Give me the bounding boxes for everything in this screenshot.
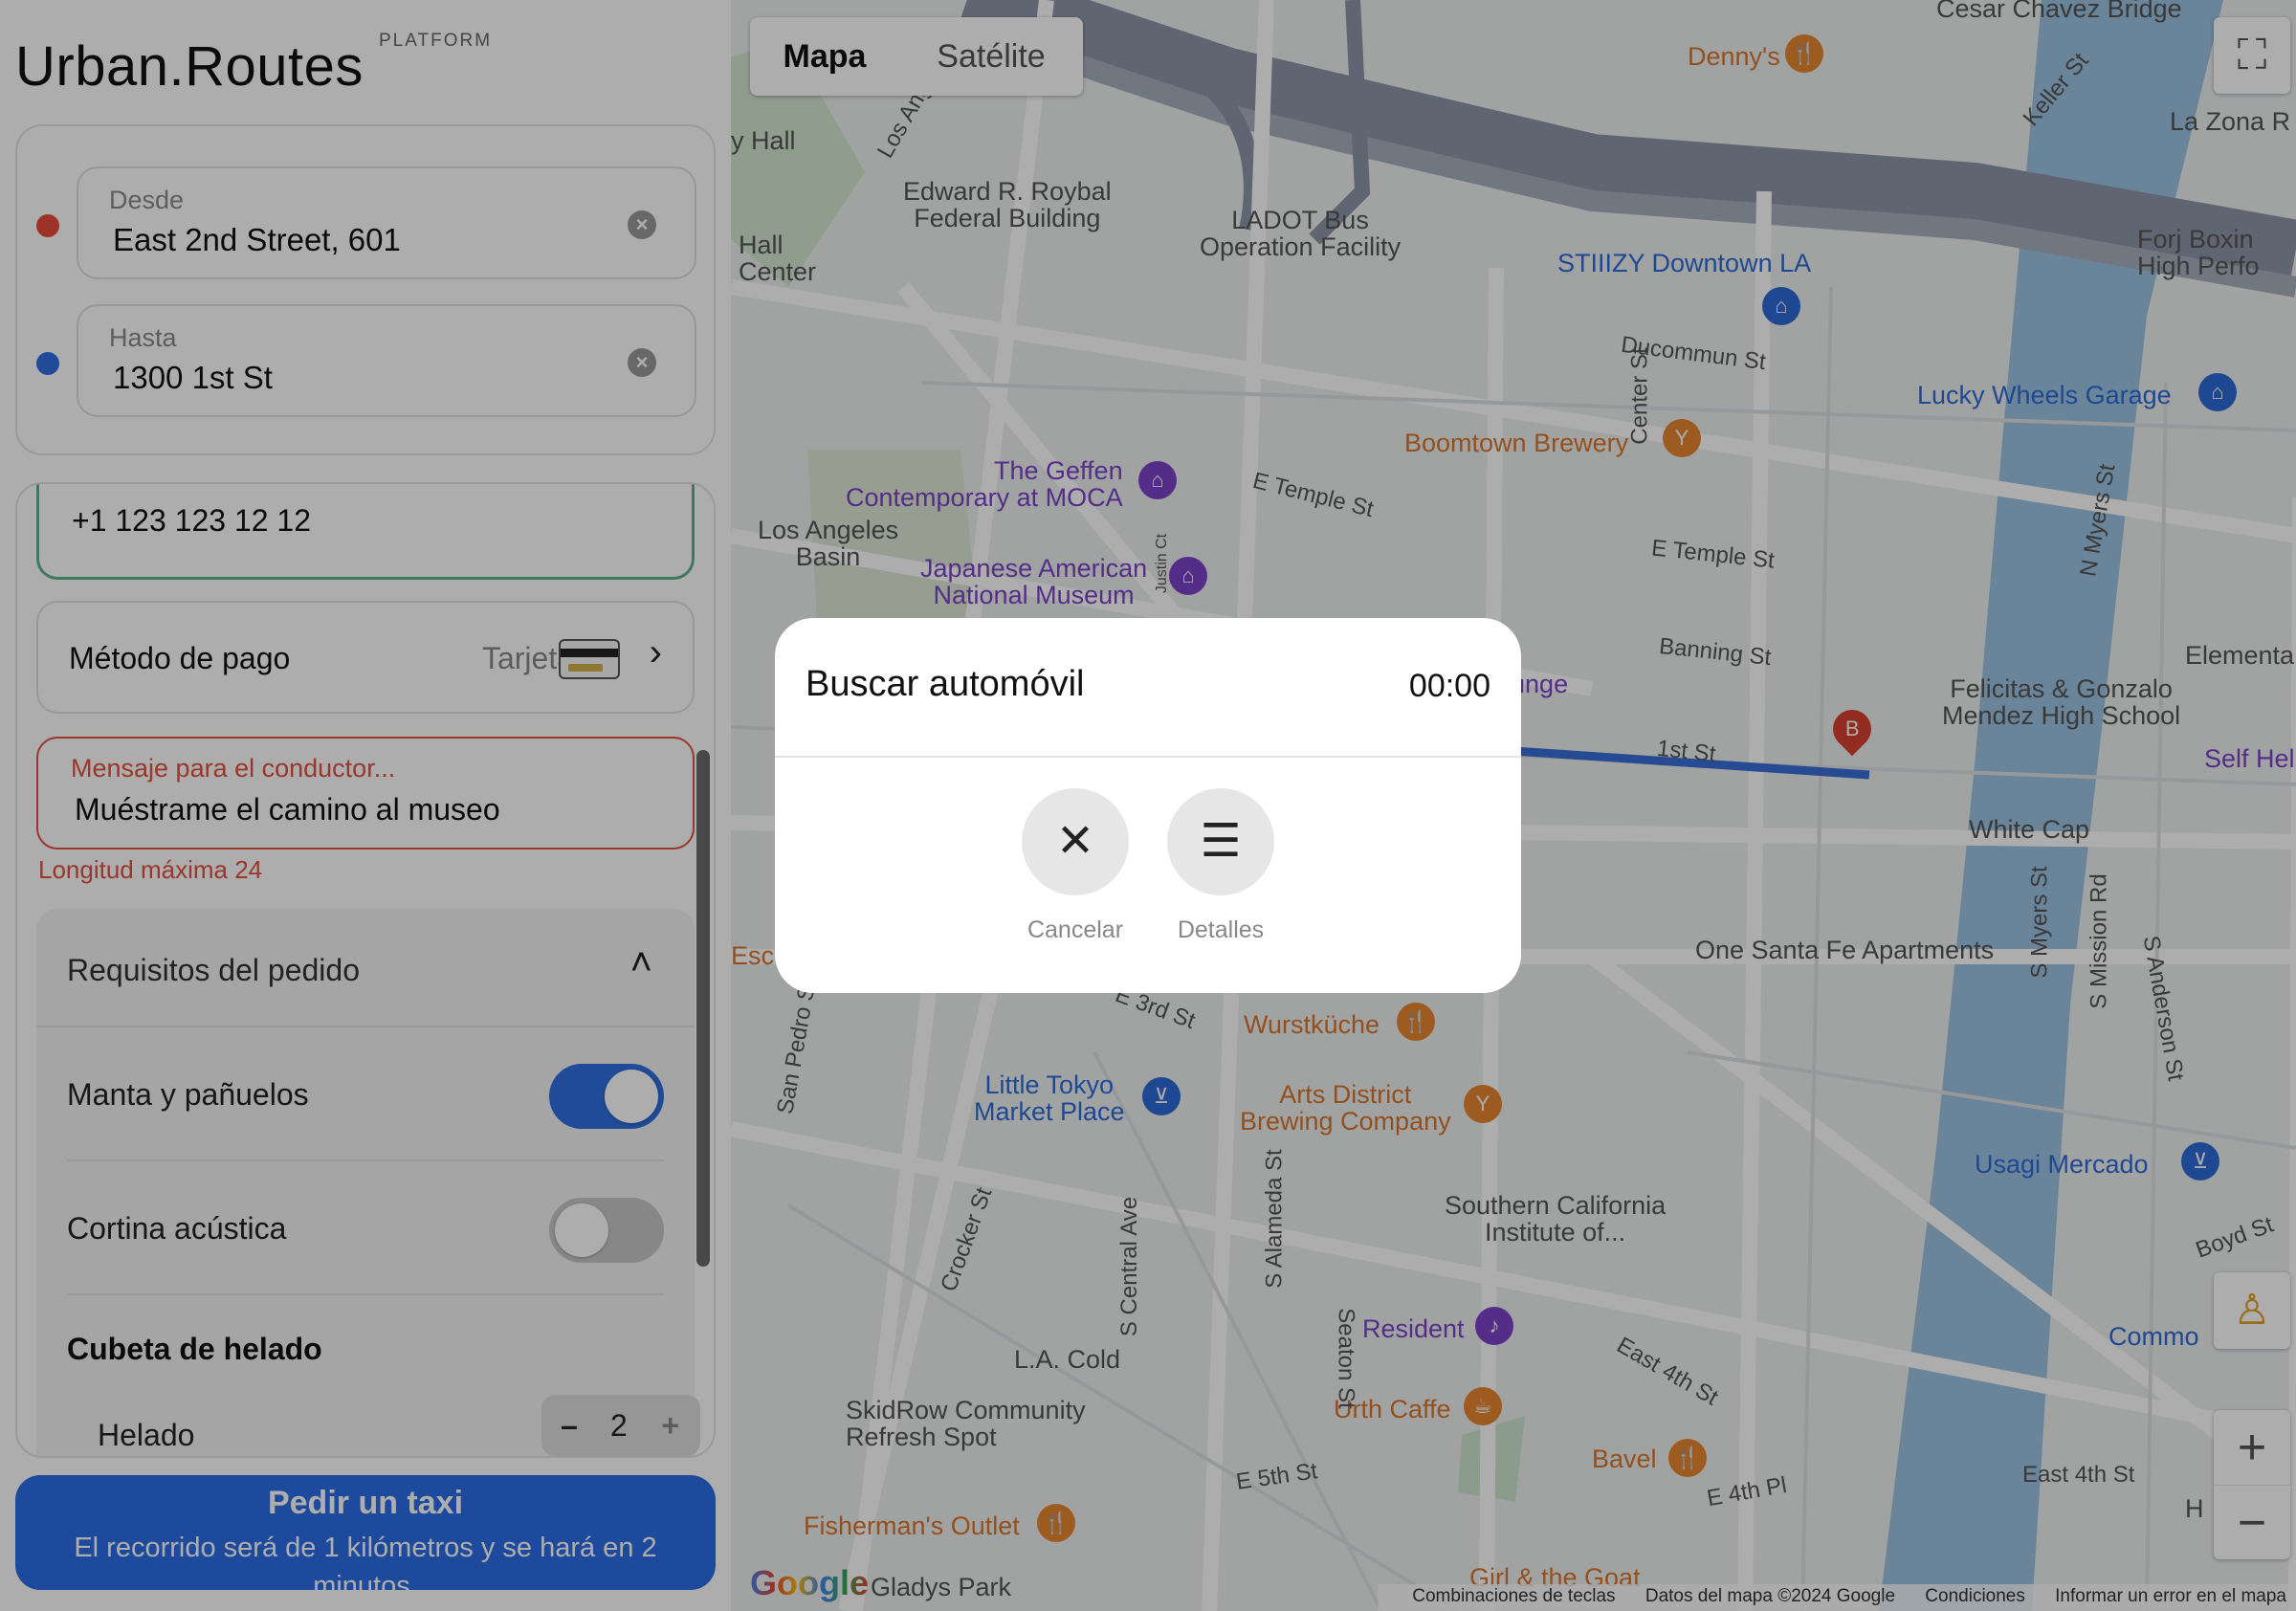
search-car-title: Buscar automóvil (806, 664, 1085, 704)
close-icon[interactable]: ✕ (1022, 788, 1129, 895)
menu-icon[interactable]: ☰ (1167, 788, 1274, 895)
details-label: Detalles (1177, 916, 1265, 943)
search-car-modal: Buscar automóvil 00:00 ✕ Cancelar ☰ Deta… (775, 618, 1521, 993)
cancel-label: Cancelar (1027, 916, 1124, 943)
modal-divider (775, 756, 1521, 758)
search-timer: 00:00 (1408, 668, 1490, 704)
